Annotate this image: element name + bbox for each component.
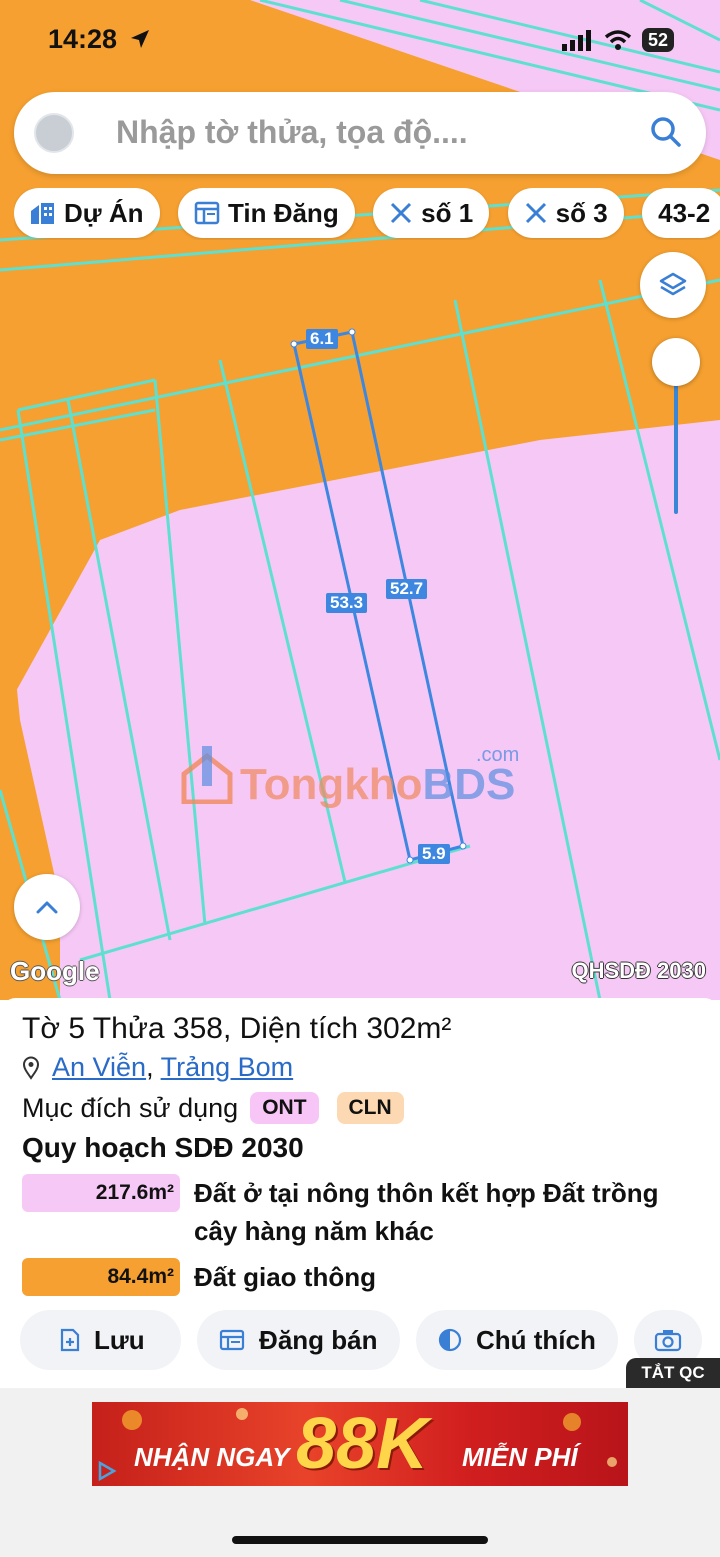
chevron-up-icon bbox=[36, 901, 58, 914]
search-icon[interactable] bbox=[650, 116, 682, 148]
chip-label: Dự Án bbox=[64, 197, 144, 228]
avatar[interactable] bbox=[34, 113, 74, 153]
chip-43-2[interactable]: 43-2 bbox=[642, 188, 720, 238]
chip-so-3[interactable]: số 3 bbox=[507, 188, 624, 238]
chip-label: Tin Đăng bbox=[227, 197, 339, 228]
area-value: 84.4m² bbox=[22, 1258, 180, 1296]
area-value: 217.6m² bbox=[22, 1174, 180, 1212]
post-sale-label: Đăng bán bbox=[259, 1324, 378, 1355]
area-label: Đất giao thông bbox=[194, 1262, 376, 1292]
tag-cln: CLN bbox=[336, 1092, 404, 1124]
listing-icon bbox=[194, 201, 220, 225]
ad-text-receive: NHẬN NGAY bbox=[134, 1442, 290, 1472]
legend-button[interactable]: Chú thích bbox=[415, 1310, 618, 1370]
ruler-icon bbox=[391, 202, 412, 224]
chip-tin-dang[interactable]: Tin Đăng bbox=[177, 188, 355, 238]
dimension-right: 52.7 bbox=[386, 579, 428, 599]
post-sale-button[interactable]: Đăng bán bbox=[197, 1310, 400, 1370]
action-bar: Lưu Đăng bán Chú thích bbox=[20, 1310, 720, 1372]
post-icon bbox=[219, 1329, 245, 1351]
parcel-title: Tờ 5 Thửa 358, Diện tích 302m² bbox=[22, 1012, 452, 1045]
commune-link[interactable]: An Viễn bbox=[52, 1052, 146, 1082]
district-link[interactable]: Trảng Bom bbox=[161, 1052, 294, 1082]
chip-label: 43-2 bbox=[658, 197, 711, 228]
watermark-suffix: .com bbox=[476, 744, 520, 766]
signal-icon bbox=[561, 30, 591, 51]
legend-icon bbox=[438, 1328, 462, 1352]
save-button[interactable]: Lưu bbox=[20, 1310, 181, 1370]
home-indicator bbox=[232, 1536, 488, 1544]
watermark-text: TongkhoBDS bbox=[240, 760, 515, 810]
status-time: 14:28 bbox=[48, 24, 151, 55]
opacity-slider-thumb[interactable] bbox=[652, 338, 700, 386]
area-label: Đất ở tại nông thôn kết hợp Đất trồng câ… bbox=[194, 1178, 659, 1246]
watermark-text-b: BDS bbox=[422, 760, 516, 809]
land-purpose: Mục đích sử dụng ONT CLN bbox=[22, 1092, 404, 1124]
purpose-label: Mục đích sử dụng bbox=[22, 1092, 239, 1123]
parcel-location: An Viễn, Trảng Bom bbox=[22, 1052, 293, 1083]
location-arrow-icon bbox=[130, 30, 149, 48]
area-row: 84.4m² Đất giao thông bbox=[22, 1258, 694, 1296]
filter-chips: Dự Án Tin Đăng số 1 số 3 43-2 bbox=[14, 188, 720, 240]
ad-choices-icon[interactable] bbox=[96, 1460, 118, 1482]
status-bar: 14:28 52 bbox=[0, 0, 720, 84]
watermark: TongkhoBDS .com bbox=[180, 744, 519, 814]
ad-banner[interactable]: NHẬN NGAY 88K MIỄN PHÍ bbox=[92, 1402, 628, 1486]
ruler-icon bbox=[525, 202, 546, 224]
chip-so-1[interactable]: số 1 bbox=[373, 188, 490, 238]
status-time-text: 14:28 bbox=[48, 24, 118, 54]
battery-indicator: 52 bbox=[641, 28, 674, 52]
search-input[interactable]: Nhập tờ thửa, tọa độ.... bbox=[116, 114, 468, 151]
save-label: Lưu bbox=[94, 1324, 145, 1355]
chip-label: số 1 bbox=[421, 197, 474, 228]
status-icons: 52 bbox=[561, 28, 674, 52]
chip-label: số 3 bbox=[555, 197, 608, 228]
building-icon bbox=[31, 203, 54, 224]
dimension-top: 6.1 bbox=[306, 329, 338, 349]
watermark-text-a: Tongkho bbox=[240, 760, 423, 809]
wifi-icon bbox=[604, 30, 632, 50]
plan-title: Quy hoạch SDĐ 2030 bbox=[22, 1132, 304, 1163]
chip-du-an[interactable]: Dự Án bbox=[14, 188, 160, 238]
planning-badge: QHSDĐ 2030 bbox=[571, 958, 706, 983]
expand-button[interactable] bbox=[14, 874, 80, 940]
parcel-info-panel: Tờ 5 Thửa 358, Diện tích 302m² An Viễn, … bbox=[0, 998, 720, 1388]
camera-icon bbox=[655, 1330, 682, 1352]
dimension-left: 53.3 bbox=[326, 593, 368, 613]
ad-text-amount: 88K bbox=[296, 1404, 429, 1484]
location-pin-icon bbox=[22, 1056, 40, 1080]
watermark-logo-icon bbox=[181, 746, 233, 805]
close-ad-button[interactable]: TẮT QC bbox=[626, 1358, 720, 1388]
layers-icon bbox=[659, 272, 687, 296]
legend-label: Chú thích bbox=[475, 1324, 596, 1355]
layers-button[interactable] bbox=[640, 252, 706, 318]
tag-ont: ONT bbox=[250, 1092, 319, 1124]
location-separator: , bbox=[146, 1052, 154, 1082]
search-bar[interactable]: Nhập tờ thửa, tọa độ.... bbox=[14, 92, 706, 174]
dimension-bottom: 5.9 bbox=[418, 844, 450, 864]
google-logo: Google bbox=[10, 956, 100, 986]
save-icon bbox=[60, 1328, 80, 1352]
area-row: 217.6m² Đất ở tại nông thôn kết hợp Đất … bbox=[22, 1174, 694, 1250]
ad-area: NHẬN NGAY 88K MIỄN PHÍ bbox=[0, 1388, 720, 1557]
ad-text-free: MIỄN PHÍ bbox=[462, 1442, 578, 1472]
